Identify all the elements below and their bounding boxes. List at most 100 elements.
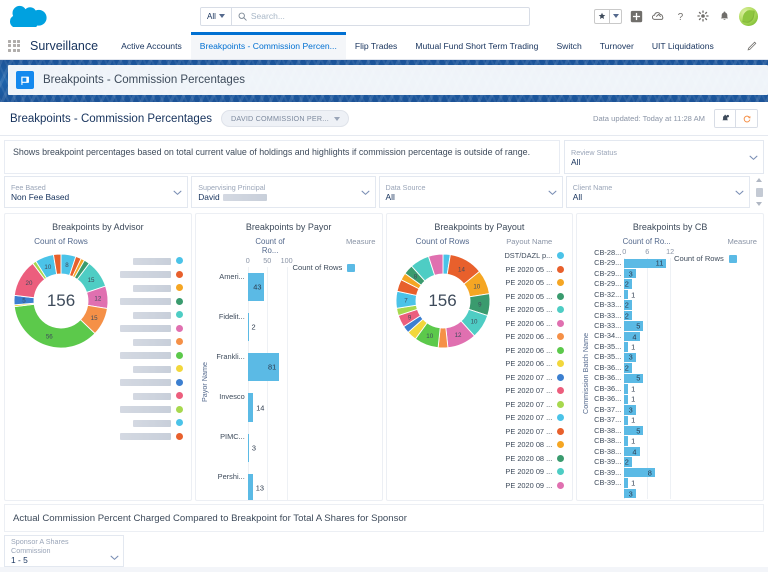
bar-row[interactable]: 3 — [624, 488, 674, 499]
bar[interactable]: 1 — [624, 415, 635, 425]
bar-row[interactable]: 3 — [247, 428, 293, 468]
legend-item[interactable] — [113, 268, 187, 282]
search-input[interactable]: Search... — [251, 11, 529, 21]
bar-row[interactable]: 2 — [247, 307, 293, 347]
bar[interactable]: 1 — [624, 478, 635, 488]
bar[interactable]: 5 — [624, 426, 644, 436]
donut-chart-payout[interactable]: 14 10 9 10 12 10 9 7 8 156 — [391, 249, 495, 353]
bar[interactable]: 3 — [624, 268, 636, 279]
donut-chart-advisor[interactable]: 8 15 12 15 56 5 20 10 156 — [9, 249, 113, 353]
bar[interactable]: 5 — [624, 321, 644, 331]
legend-item[interactable] — [113, 308, 187, 322]
bar-row[interactable]: 1 — [624, 384, 674, 394]
salesforce-cloud-logo[interactable] — [8, 3, 52, 29]
legend-item[interactable]: PE 2020 05 ... — [495, 290, 569, 304]
bar[interactable]: 4 — [624, 331, 640, 342]
bar-row[interactable]: 5 — [624, 426, 674, 436]
subscribe-bell-icon[interactable] — [715, 110, 736, 127]
tab-flip-trades[interactable]: Flip Trades — [346, 32, 407, 59]
bar[interactable]: 2 — [624, 457, 632, 467]
bar-row[interactable]: 4 — [624, 446, 674, 457]
legend-item[interactable]: PE 2020 09 ... — [495, 465, 569, 479]
bar-row[interactable]: 3 — [624, 352, 674, 363]
bar-row[interactable]: 1 — [624, 415, 674, 425]
tab-uit-liquidations[interactable]: UIT Liquidations — [643, 32, 723, 59]
bar[interactable]: 2 — [624, 310, 632, 321]
bar-row[interactable]: 11 — [624, 258, 674, 268]
tab-turnover[interactable]: Turnover — [591, 32, 643, 59]
bar-row[interactable]: 1 — [624, 478, 674, 488]
legend-item[interactable]: PE 2020 09 ... — [495, 479, 569, 493]
legend-item[interactable]: PE 2020 06 ... — [495, 330, 569, 344]
filter-review-status[interactable]: Review Status All — [564, 140, 764, 174]
bar-row[interactable]: 43 — [247, 267, 293, 307]
bar[interactable]: 2 — [247, 313, 256, 342]
legend-item[interactable] — [113, 362, 187, 376]
bar-row[interactable]: 14 — [247, 387, 293, 427]
bar-row[interactable]: 1 — [624, 436, 674, 446]
legend-item[interactable] — [113, 403, 187, 417]
bar-row[interactable]: 5 — [624, 373, 674, 384]
legend-item[interactable] — [113, 349, 187, 363]
legend-item[interactable] — [113, 389, 187, 403]
bar-chart-payor[interactable]: Payor Name Ameri... Fidelit... Frankli... I… — [196, 256, 382, 500]
bar[interactable]: 1 — [624, 342, 635, 352]
favorites-group[interactable] — [594, 8, 622, 24]
search-scope-selector[interactable]: All — [201, 7, 232, 25]
bar-row[interactable]: 1 — [624, 342, 674, 352]
legend-item[interactable]: PE 2020 05 ... — [495, 276, 569, 290]
bar[interactable]: 2 — [624, 300, 632, 310]
filter-fee-based[interactable]: Fee Based Non Fee Based — [4, 176, 189, 208]
legend-item[interactable]: PE 2020 07 ... — [495, 398, 569, 412]
bar[interactable]: 2 — [624, 363, 632, 373]
bar[interactable]: 3 — [624, 405, 636, 415]
bar-row[interactable]: 3 — [624, 405, 674, 415]
dashboard-folder-badge[interactable]: DAVID COMMISSION PER... — [220, 110, 349, 127]
filter-supervising-principal[interactable]: Supervising Principal David — [191, 176, 376, 208]
user-avatar[interactable] — [739, 6, 758, 26]
app-name[interactable]: Surveillance — [28, 32, 112, 59]
legend-item[interactable]: PE 2020 07 ... — [495, 384, 569, 398]
help-icon[interactable]: ? — [673, 9, 688, 24]
legend-item[interactable]: PE 2020 08 ... — [495, 438, 569, 452]
bar[interactable]: 1 — [624, 436, 635, 446]
bar-chart-cb[interactable]: Commission Batch Name CB-28... CB-29... CB… — [577, 247, 763, 499]
bar[interactable]: 1 — [624, 384, 635, 394]
legend-item[interactable]: PE 2020 07 ... — [495, 411, 569, 425]
bar-row[interactable]: 13 — [247, 468, 293, 500]
bar-row[interactable]: 1 — [624, 394, 674, 405]
chart-card-breakpoints-by-advisor[interactable]: Breakpoints by Advisor Count of Rows 8 15… — [4, 213, 192, 501]
bar-row[interactable]: 8 — [624, 467, 674, 478]
bar[interactable]: 8 — [624, 467, 655, 478]
bar[interactable]: 4 — [624, 446, 640, 457]
legend-item[interactable] — [113, 376, 187, 390]
measure-legend-row[interactable]: Count of Rows — [293, 263, 379, 272]
notifications-bell-icon[interactable] — [717, 9, 732, 24]
chart-card-breakpoints-by-cb[interactable]: Breakpoints by CB Count of Ro... Measure… — [576, 213, 764, 501]
filter-data-source[interactable]: Data Source All — [378, 176, 563, 208]
bar[interactable]: 11 — [624, 258, 667, 268]
legend-item[interactable]: PE 2020 07 ... — [495, 371, 569, 385]
bar-row[interactable]: 5 — [624, 321, 674, 331]
bar-row[interactable]: 1 — [624, 289, 674, 300]
bar-row[interactable]: 2 — [624, 363, 674, 373]
tab-mutual-fund-short-term-trading[interactable]: Mutual Fund Short Term Trading — [406, 32, 547, 59]
legend-item[interactable] — [113, 295, 187, 309]
tab-breakpoints-commission-percentages[interactable]: Breakpoints - Commission Percen... — [190, 32, 346, 59]
bar[interactable]: 81 — [247, 353, 280, 382]
bar-row[interactable]: 81 — [247, 347, 293, 387]
legend-item[interactable] — [113, 254, 187, 268]
legend-item[interactable]: PE 2020 05 ... — [495, 303, 569, 317]
bar[interactable]: 2 — [624, 279, 632, 289]
bar[interactable]: 5 — [624, 373, 644, 384]
bar-row[interactable]: 4 — [624, 331, 674, 342]
bar[interactable]: 14 — [247, 393, 264, 422]
bar-row[interactable]: 2 — [624, 310, 674, 321]
bar-row[interactable]: 3 — [624, 268, 674, 279]
tab-switch[interactable]: Switch — [547, 32, 590, 59]
bar-row[interactable]: 2 — [624, 457, 674, 467]
legend-item[interactable] — [113, 322, 187, 336]
bar[interactable]: 1 — [624, 289, 635, 300]
scroll-down-icon[interactable] — [756, 202, 762, 206]
bar[interactable]: 3 — [247, 433, 256, 462]
